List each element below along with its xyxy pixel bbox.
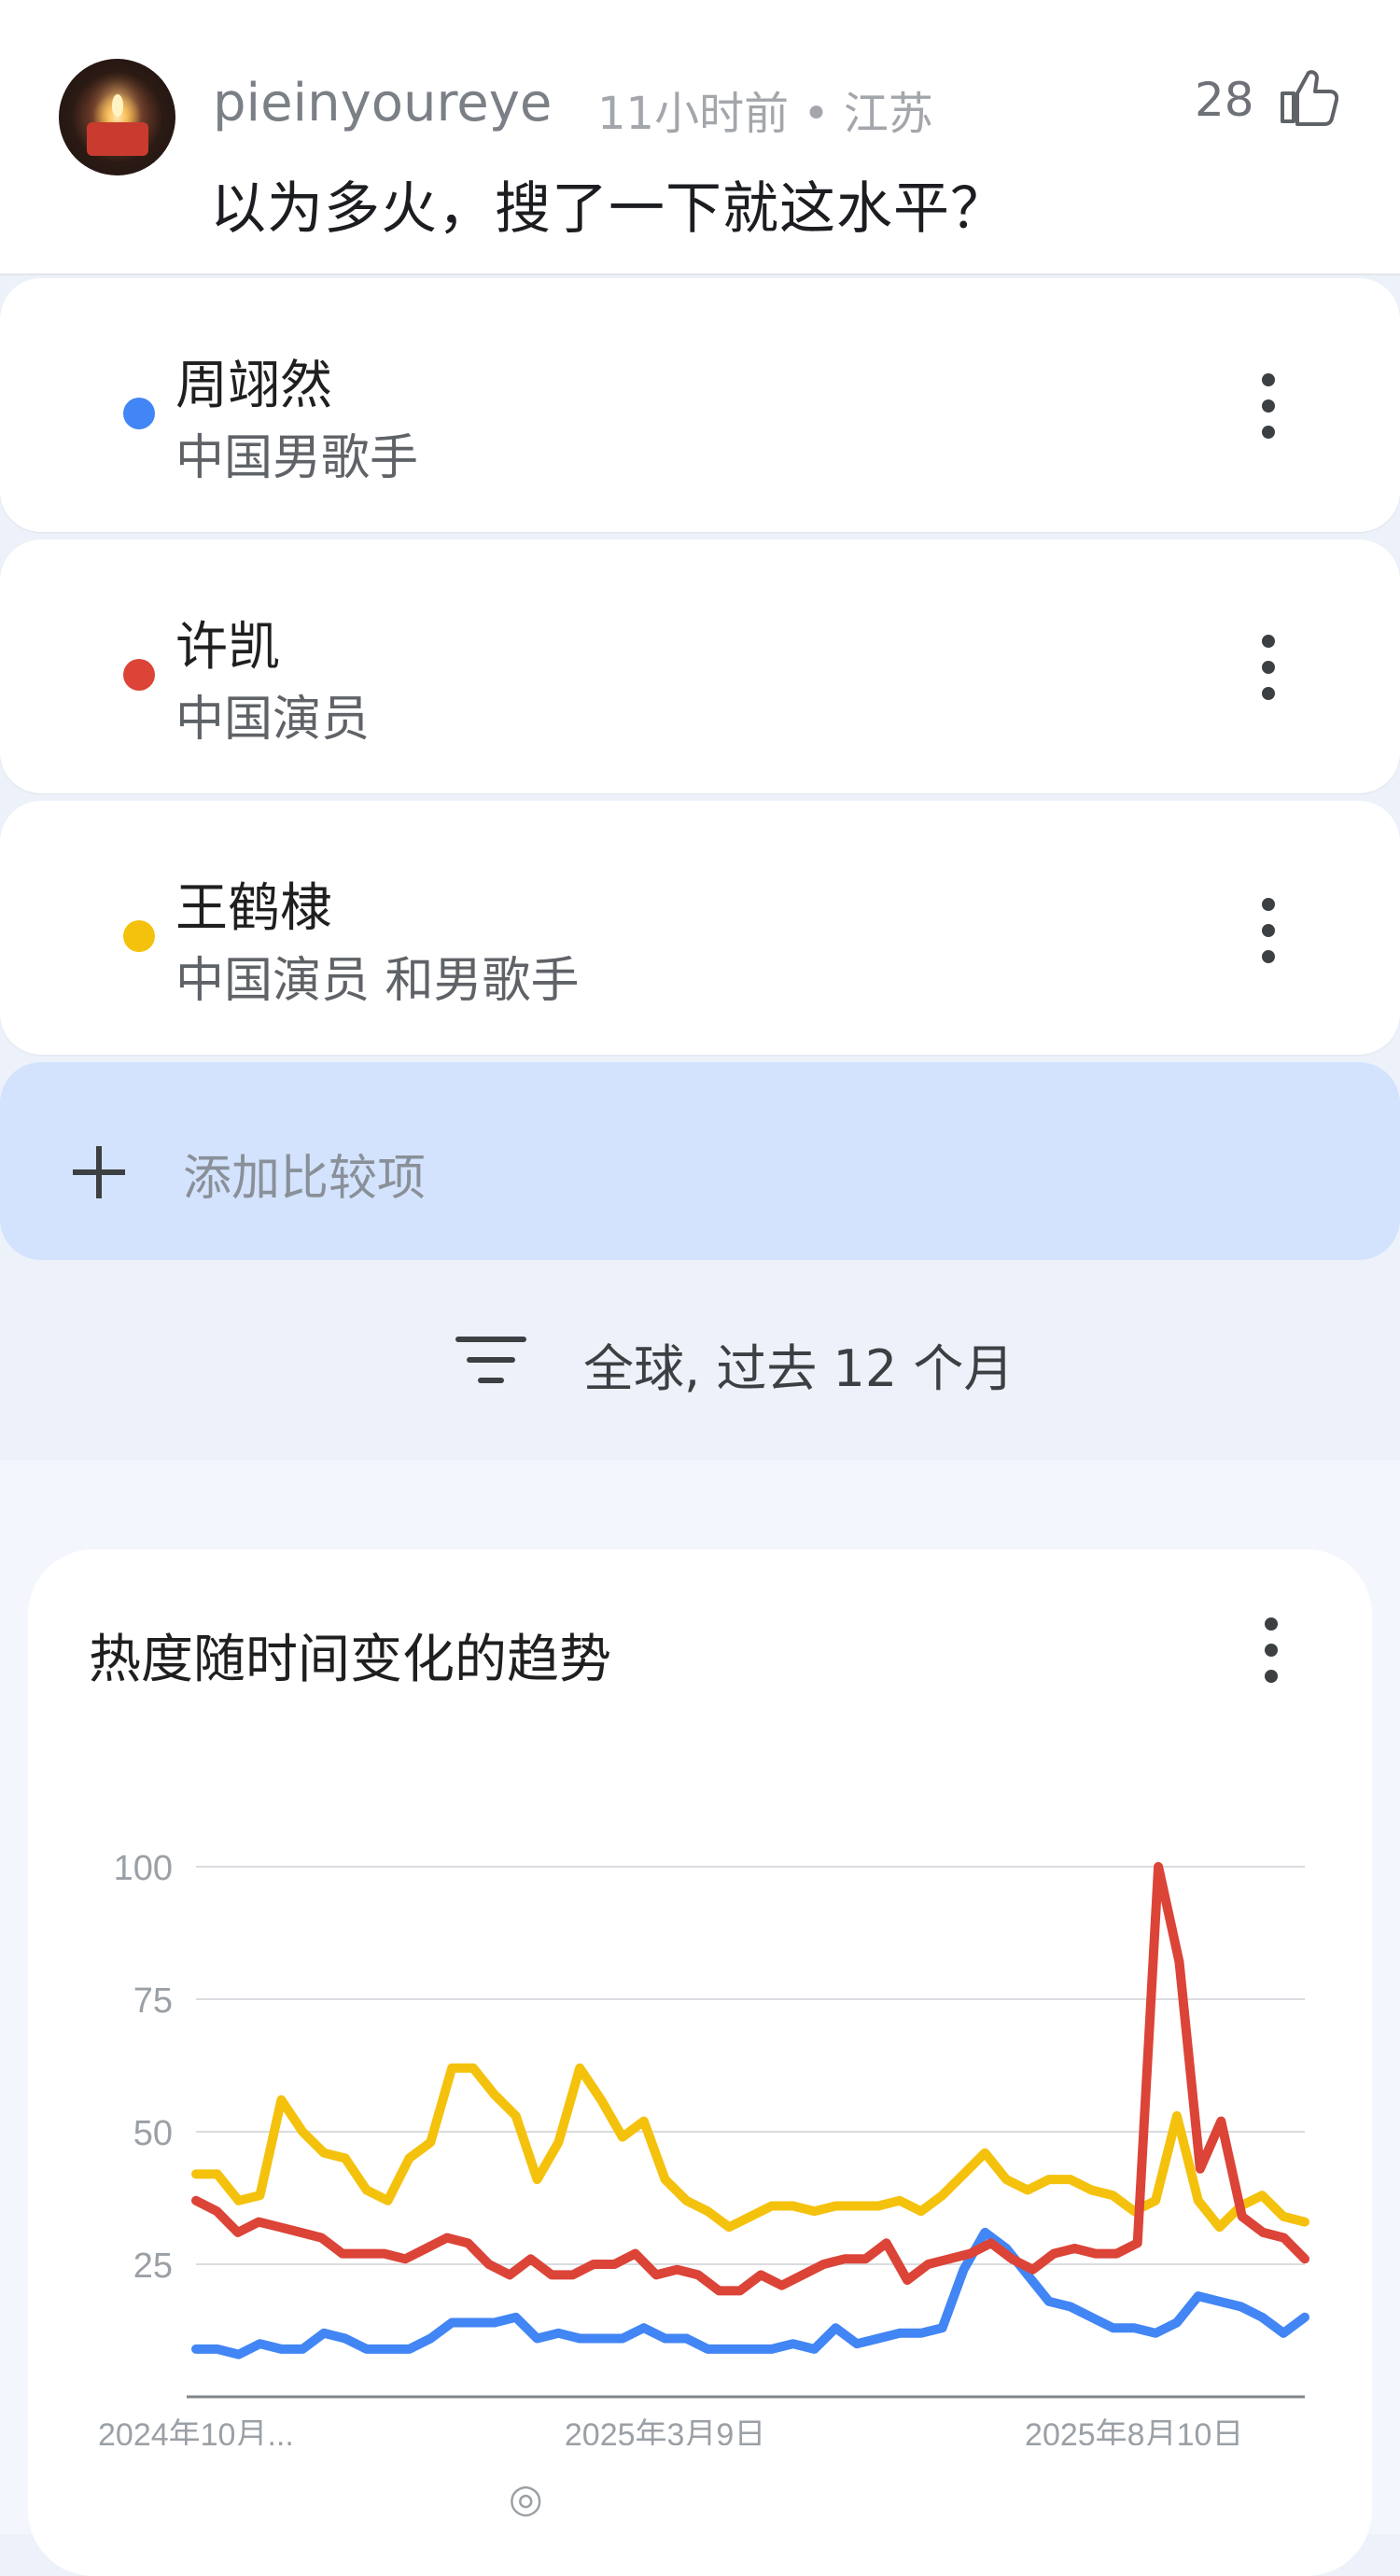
avatar[interactable] [59, 59, 175, 175]
chart-more-options-icon[interactable] [1262, 1617, 1281, 1683]
x-tick-label: 2024年10月... [98, 2417, 294, 2445]
comment-text: 以为多火，搜了一下就这水平？ [210, 176, 1007, 242]
plus-icon[interactable] [73, 1146, 125, 1198]
term-3-more-options-icon[interactable] [1259, 898, 1278, 963]
trend-line-chart: 25 50 75 100 2024年10月... 2025年3月9日 2025年8月10日 [98, 1849, 1309, 2445]
series-color-dot [123, 398, 155, 429]
term-card-1[interactable]: 周翊然 中国男歌手 [0, 278, 1400, 532]
y-tick-label: 75 [133, 1981, 173, 2021]
x-tick-label: 2025年8月10日 [1025, 2417, 1243, 2445]
term-2-more-options-icon[interactable] [1259, 635, 1278, 700]
term-1-more-options-icon[interactable] [1259, 373, 1278, 439]
y-tick-label: 100 [114, 1849, 173, 1888]
comment-header: pieinyoureye 11小时前 • 江苏 28 以为多火，搜了一下就这水平… [0, 0, 1400, 275]
series-color-dot [123, 920, 155, 952]
candle-flame-icon [112, 94, 123, 117]
term-card-3[interactable]: 王鹤棣 中国演员 和男歌手 [0, 801, 1400, 1055]
term-card-2[interactable]: 许凯 中国演员 [0, 539, 1400, 793]
username[interactable]: pieinyoureye [213, 73, 552, 133]
comment-meta: 11小时前 • 江苏 [597, 88, 933, 140]
like-count: 28 [1195, 73, 1254, 127]
term-name: 许凯 [175, 617, 280, 678]
y-tick-label: 25 [133, 2247, 173, 2286]
filter-label[interactable]: 全球, 过去 12 个月 [583, 1327, 1014, 1401]
term-description: 中国演员 和男歌手 [175, 953, 580, 1009]
add-comparison-label[interactable]: 添加比较项 [183, 1139, 426, 1209]
term-name: 王鹤棣 [175, 878, 332, 939]
filter-icon[interactable] [455, 1337, 526, 1385]
y-tick-label: 50 [133, 2114, 173, 2153]
candle-icon [87, 122, 148, 156]
chart-title: 热度随时间变化的趋势 [89, 1630, 611, 1690]
watermark: ◎ [509, 2475, 543, 2521]
term-description: 中国男歌手 [175, 430, 419, 486]
term-description: 中国演员 [175, 692, 371, 748]
weibo-icon: ◎ [509, 2475, 543, 2521]
series-color-dot [123, 659, 155, 691]
term-name: 周翊然 [175, 356, 332, 416]
series-line-2 [191, 1862, 1309, 2296]
thumbs-up-icon[interactable] [1277, 65, 1338, 127]
x-tick-label: 2025年3月9日 [565, 2417, 765, 2445]
